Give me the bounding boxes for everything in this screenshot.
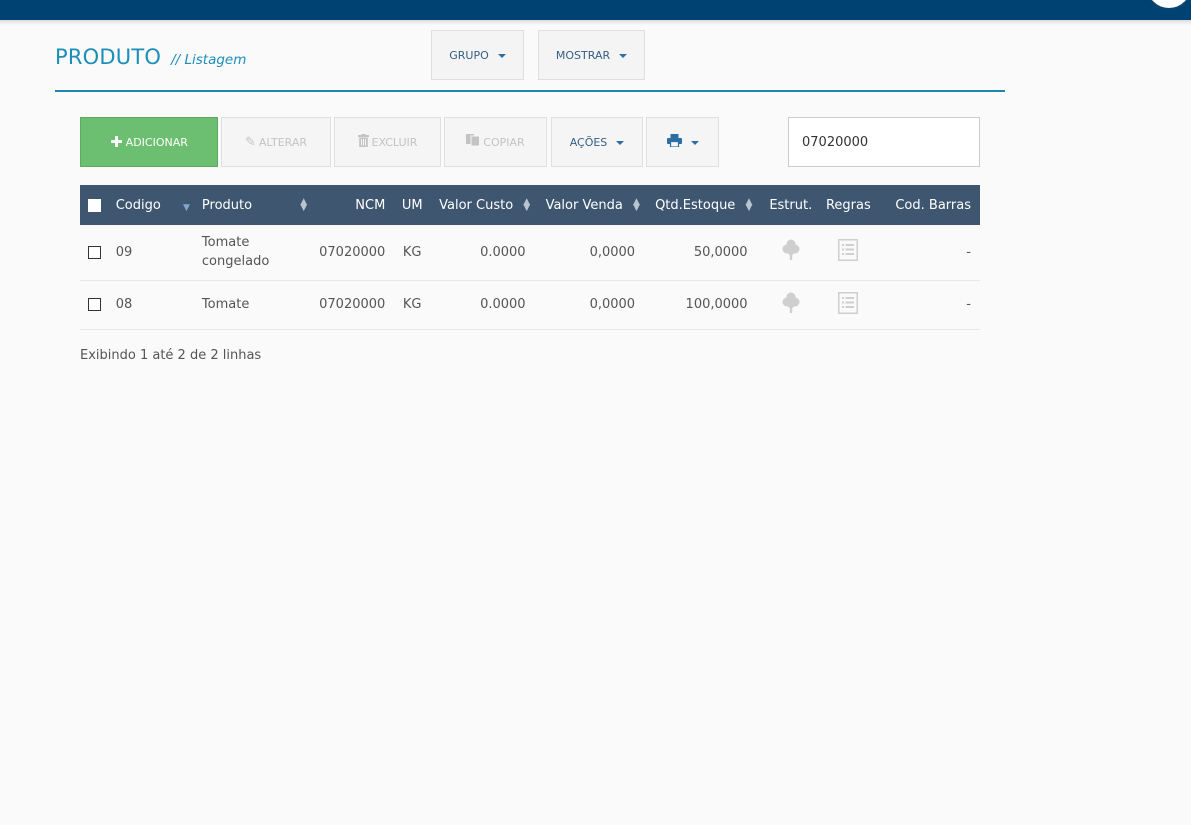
col-um[interactable]: UM (391, 185, 433, 225)
caret-down-icon (690, 141, 699, 145)
excluir-button[interactable]: EXCLUIR (334, 117, 441, 167)
select-all-checkbox[interactable] (88, 198, 101, 212)
tree-icon[interactable] (782, 239, 800, 265)
cell-valor-venda: 0,0000 (539, 280, 650, 330)
pagination-info: Exibindo 1 até 2 de 2 linhas (80, 348, 262, 363)
caret-down-icon (497, 54, 506, 58)
cell-codigo: 08 (109, 280, 196, 330)
col-estrut-label: Estrut. (769, 197, 813, 213)
pencil-icon: ✎ (244, 134, 256, 150)
cell-regras (819, 225, 877, 281)
cell-produto: Tomate (195, 280, 314, 330)
sort-icon: ▲ ▼ (300, 197, 308, 213)
table-row[interactable]: 08 Tomate 07020000 KG 0.0000 0,0000 100,… (80, 280, 980, 330)
grupo-label: GRUPO (449, 48, 489, 62)
alterar-button[interactable]: ✎ ALTERAR (221, 117, 331, 167)
row-select-cell (80, 280, 110, 330)
top-navbar (0, 0, 1191, 20)
cell-ncm: 07020000 (313, 225, 392, 281)
row-checkbox[interactable] (88, 298, 101, 311)
acoes-label: AÇÕES (569, 135, 608, 149)
table-row[interactable]: 09 Tomate congelado 07020000 KG 0.0000 0… (80, 225, 980, 281)
adicionar-label: ADICIONAR (125, 135, 188, 149)
cell-regras (819, 280, 877, 330)
row-checkbox[interactable] (88, 245, 101, 259)
sort-icon: ▲ ▼ (745, 197, 753, 213)
cell-estrut (761, 280, 820, 330)
search-input[interactable] (788, 117, 980, 167)
page-title: PRODUTO // Listagem (55, 45, 246, 75)
cell-valor-custo: 0.0000 (433, 280, 540, 330)
sort-desc-icon: ▲▼ (182, 203, 190, 213)
excluir-label: EXCLUIR (371, 135, 418, 149)
col-valor-custo-label: Valor Custo (439, 197, 514, 213)
col-ncm-label: NCM (355, 197, 386, 213)
cell-um: KG (391, 280, 434, 330)
select-all-cell (80, 185, 110, 225)
tree-icon[interactable] (782, 292, 800, 318)
caret-down-icon (619, 54, 628, 58)
plus-icon: ✚ (110, 133, 123, 151)
title-divider (55, 90, 1005, 92)
sort-icon: ▲ ▼ (632, 197, 640, 213)
col-valor-venda-label: Valor Venda (545, 197, 623, 213)
col-produto-label: Produto (201, 197, 253, 213)
cell-valor-custo: 0.0000 (433, 225, 540, 281)
page-title-main: PRODUTO (55, 45, 162, 69)
row-select-cell (80, 225, 110, 281)
cell-qtd-estoque: 50,0000 (649, 225, 762, 281)
cell-valor-venda: 0,0000 (539, 225, 650, 281)
col-cod-barras[interactable]: Cod. Barras (877, 185, 980, 225)
alterar-label: ALTERAR (258, 135, 308, 149)
copy-icon (466, 134, 481, 150)
cell-qtd-estoque: 100,0000 (649, 280, 762, 330)
acoes-dropdown-button[interactable]: AÇÕES (551, 117, 643, 167)
col-codigo-label: Codigo (115, 197, 161, 213)
table-header-row: Codigo ▲▼ Produto ▲▼ NCM UM Valor Custo … (80, 185, 980, 225)
col-qtd-estoque-label: Qtd.Estoque (655, 197, 736, 213)
copiar-label: COPIAR (483, 135, 525, 149)
cell-produto: Tomate congelado (195, 225, 314, 281)
col-regras-label: Regras (825, 197, 871, 213)
page-title-subtitle: // Listagem (171, 52, 247, 68)
list-icon[interactable] (838, 239, 859, 265)
col-estrut: Estrut. (762, 185, 820, 225)
copiar-button[interactable]: COPIAR (444, 117, 547, 167)
print-dropdown-button[interactable] (646, 117, 719, 167)
col-um-label: UM (401, 197, 423, 213)
col-valor-venda[interactable]: Valor Venda ▲ ▼ (540, 185, 650, 225)
adicionar-button[interactable]: ✚ ADICIONAR (80, 117, 218, 167)
col-codigo[interactable]: Codigo ▲▼ (110, 185, 196, 225)
printer-icon (666, 134, 682, 150)
col-produto[interactable]: Produto ▲ ▼ (196, 185, 313, 225)
col-qtd-estoque[interactable]: Qtd.Estoque ▲ ▼ (649, 185, 762, 225)
cell-um: KG (391, 225, 434, 281)
cell-ncm: 07020000 (313, 280, 392, 330)
product-table: Codigo ▲▼ Produto ▲▼ NCM UM Valor Custo … (80, 185, 980, 330)
col-valor-custo[interactable]: Valor Custo ▲ ▼ (433, 185, 539, 225)
cell-cod-barras: - (876, 225, 980, 281)
mostrar-label: MOSTRAR (555, 48, 611, 62)
col-cod-barras-label: Cod. Barras (895, 197, 971, 213)
navbar-shadow (0, 20, 1191, 25)
list-icon[interactable] (838, 291, 859, 318)
sort-icon: ▲ ▼ (523, 197, 531, 213)
cell-cod-barras: - (876, 280, 980, 330)
grupo-dropdown-button[interactable]: GRUPO (431, 30, 524, 80)
cell-codigo: 09 (109, 225, 196, 281)
col-regras: Regras (820, 185, 877, 225)
trash-icon (357, 133, 369, 151)
col-ncm[interactable]: NCM (313, 185, 391, 225)
mostrar-dropdown-button[interactable]: MOSTRAR (538, 30, 645, 80)
caret-down-icon (616, 141, 625, 145)
cell-estrut (761, 225, 820, 281)
